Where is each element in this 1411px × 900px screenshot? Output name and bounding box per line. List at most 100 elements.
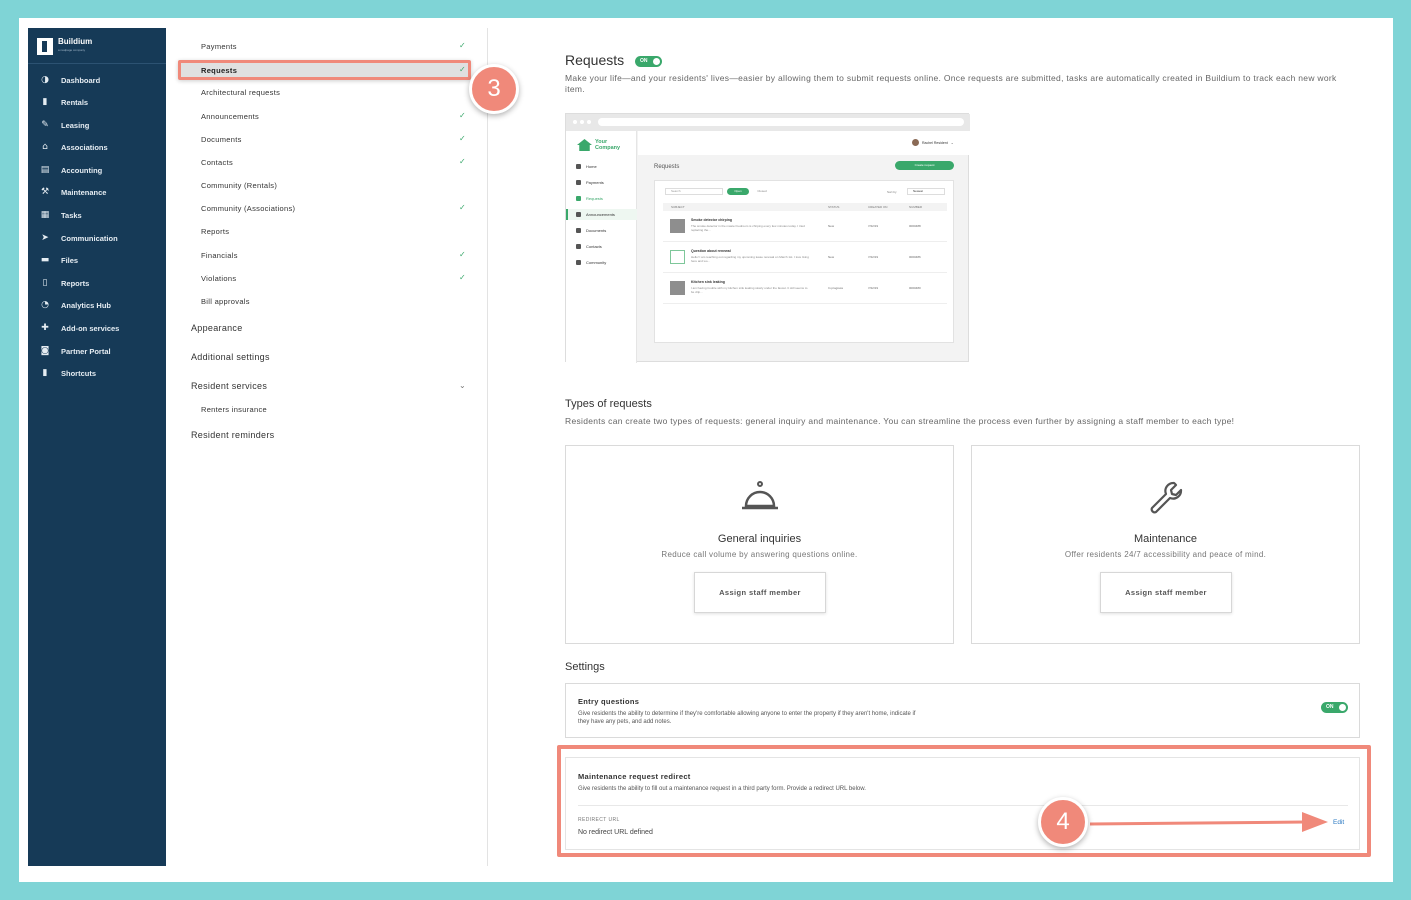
dashboard-icon: ◑: [41, 75, 49, 85]
settings-heading: Settings: [565, 661, 605, 673]
types-description: Residents can create two types of reques…: [565, 416, 1235, 426]
nav-item-reports[interactable]: ▯ Reports: [40, 276, 90, 290]
settings-item-financials[interactable]: Financials: [201, 251, 238, 260]
wrench-icon: ⚒: [40, 187, 50, 197]
smoke-detector-thumbnail: [670, 219, 685, 233]
entry-questions-title: Entry questions: [578, 697, 640, 706]
globe-icon: [576, 260, 581, 265]
preview-page-title: Requests: [654, 164, 680, 170]
settings-item-architectural-requests[interactable]: Architectural requests: [201, 88, 280, 97]
settings-section-additional[interactable]: Additional settings: [191, 352, 270, 362]
requests-toggle[interactable]: ON: [635, 56, 662, 67]
buildium-logo-icon: [37, 37, 53, 55]
settings-section-appearance[interactable]: Appearance: [191, 323, 243, 333]
chevron-down-icon: ⌄: [950, 140, 954, 145]
check-icon: ✓: [459, 41, 466, 50]
general-inquiries-card: General inquiries Reduce call volume by …: [565, 445, 954, 644]
chevron-down-icon[interactable]: ⌄: [459, 381, 466, 390]
redirect-title: Maintenance request redirect: [578, 772, 691, 781]
settings-item-community-associations[interactable]: Community (Associations): [201, 204, 295, 213]
maintenance-title: Maintenance: [1134, 533, 1197, 545]
settings-item-documents[interactable]: Documents: [201, 135, 242, 144]
settings-item-violations[interactable]: Violations: [201, 274, 236, 283]
window-dot-icon: [580, 120, 584, 124]
preview-tab-closed: Closed: [757, 189, 767, 193]
home-icon: ⌂: [42, 142, 48, 152]
settings-item-contacts[interactable]: Contacts: [201, 158, 233, 167]
preview-table-header: SUBJECT STATUS CREATED ON NUMBER: [663, 203, 947, 211]
main-nav: Buildium a realpage company ◑ Dashboard ▮…: [28, 28, 166, 866]
preview-nav-home: Home: [576, 164, 597, 169]
send-icon: ➤: [41, 233, 49, 243]
nav-item-files[interactable]: ▬ Files: [40, 253, 78, 267]
nav-item-dashboard[interactable]: ◑ Dashboard: [40, 73, 100, 87]
preview-requests-card: Search Open Closed Sort by Newest SUBJEC…: [654, 180, 954, 343]
general-inquiries-title: General inquiries: [717, 533, 802, 545]
check-icon: ✓: [459, 134, 466, 143]
analytics-icon: ◔: [41, 300, 49, 310]
bookmark-icon: ▮: [42, 368, 48, 378]
home-icon: [576, 164, 581, 169]
maintenance-desc: Offer residents 24/7 accessibility and p…: [1064, 550, 1267, 559]
nav-item-accounting[interactable]: ▤ Accounting: [40, 163, 103, 177]
leasing-icon: ✎: [41, 120, 49, 130]
check-icon: ✓: [459, 273, 466, 282]
settings-section-resident-services[interactable]: Resident services: [191, 381, 267, 391]
preview-nav-contacts: Contacts: [576, 244, 602, 249]
partner-icon: ◙: [40, 346, 50, 356]
preview-sort-select: Newest: [907, 188, 945, 195]
maintenance-card: Maintenance Offer residents 24/7 accessi…: [971, 445, 1360, 644]
nav-item-rentals[interactable]: ▮ Rentals: [40, 95, 89, 109]
wrench-icon: [576, 196, 581, 201]
house-thumbnail-icon: [670, 250, 685, 264]
contacts-icon: [576, 244, 581, 249]
nav-divider: [28, 63, 166, 64]
service-bell-icon: [566, 480, 953, 520]
settings-item-community-rentals[interactable]: Community (Rentals): [201, 181, 277, 190]
brand-logo[interactable]: Buildium a realpage company: [37, 36, 92, 56]
window-dot-icon: [587, 120, 591, 124]
preview-table-row: Smoke detector chirping The smoke detect…: [663, 212, 947, 242]
wrench-icon: [972, 480, 1359, 524]
nav-item-communication[interactable]: ➤ Communication: [40, 231, 117, 245]
general-inquiries-desc: Reduce call volume by answering question…: [661, 550, 858, 559]
settings-item-announcements[interactable]: Announcements: [201, 112, 259, 121]
nav-item-add-on-services[interactable]: ✚ Add-on services: [40, 321, 119, 335]
nav-item-associations[interactable]: ⌂ Associations: [40, 140, 108, 154]
page-title: Requests: [565, 52, 625, 68]
nav-item-partner-portal[interactable]: ◙ Partner Portal: [40, 344, 111, 358]
check-icon: ✓: [459, 157, 466, 166]
settings-menu: Payments ✓ Requests ✓ Architectural requ…: [176, 28, 487, 866]
nav-item-shortcuts[interactable]: ▮ Shortcuts: [40, 366, 97, 380]
settings-item-bill-approvals[interactable]: Bill approvals: [201, 297, 250, 306]
nav-item-tasks[interactable]: ▦ Tasks: [40, 208, 82, 222]
nav-item-maintenance[interactable]: ⚒ Maintenance: [40, 185, 106, 199]
assign-staff-general-button[interactable]: Assign staff member: [694, 572, 826, 613]
preview-topbar: Rachel Resident ⌄: [638, 131, 969, 155]
settings-item-payments[interactable]: Payments: [201, 42, 237, 51]
nav-item-leasing[interactable]: ✎ Leasing: [40, 118, 89, 132]
assign-staff-maintenance-button[interactable]: Assign staff member: [1100, 572, 1232, 613]
entry-questions-toggle[interactable]: ON: [1321, 702, 1348, 713]
entry-questions-card: Entry questions Give residents the abili…: [565, 683, 1360, 738]
preview-sort-label: Sort by: [887, 190, 897, 194]
preview-url-bar: [598, 118, 964, 126]
building-icon: ▮: [42, 97, 48, 107]
redirect-url-value: No redirect URL defined: [578, 829, 653, 836]
settings-item-renters-insurance[interactable]: Renters insurance: [201, 405, 267, 414]
preview-search-input: Search: [665, 188, 723, 195]
settings-section-resident-reminders[interactable]: Resident reminders: [191, 430, 274, 440]
requests-description: Make your life—and your residents' lives…: [565, 73, 1337, 94]
preview-nav-requests: Requests: [576, 196, 603, 201]
avatar: [912, 139, 919, 146]
check-icon: ✓: [459, 111, 466, 120]
brand-name: Buildium: [58, 37, 93, 46]
settings-item-requests-selected[interactable]: Requests ✓: [178, 60, 471, 80]
nav-item-analytics-hub[interactable]: ◔ Analytics Hub: [40, 298, 111, 312]
check-icon: ✓: [459, 65, 466, 74]
report-icon: ▯: [42, 278, 48, 288]
preview-create-request-button: Create request: [895, 161, 954, 170]
brand-tagline: a realpage company: [58, 48, 86, 52]
settings-item-reports[interactable]: Reports: [201, 227, 229, 236]
types-heading: Types of requests: [565, 398, 652, 410]
